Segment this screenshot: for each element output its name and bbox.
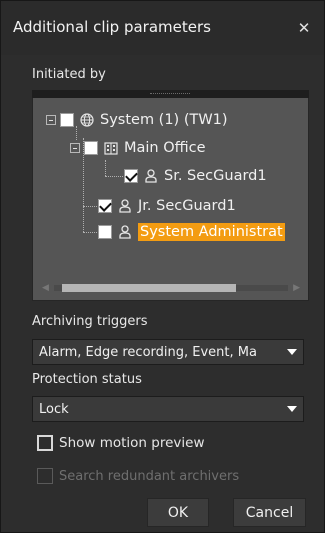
user-icon (117, 224, 133, 240)
checkbox-box-disabled (37, 468, 53, 484)
tree-connector (105, 160, 106, 176)
archiving-triggers-label: Archiving triggers (32, 314, 148, 329)
tree-node-label: Main Office (124, 140, 206, 156)
building-icon (103, 140, 119, 156)
tree-connector (105, 176, 123, 177)
tree-node-label-selected: System Administrat (138, 223, 285, 241)
tree-checkbox[interactable] (84, 141, 98, 155)
tree-node-label: Jr. SecGuard1 (138, 198, 236, 214)
tree-connector (83, 206, 99, 207)
dialog-title: Additional clip parameters (13, 18, 211, 36)
tree-node-system[interactable]: System (1) (TW1) (46, 108, 228, 132)
tree-checkbox[interactable] (60, 113, 74, 127)
protection-status-label: Protection status (32, 372, 142, 387)
show-motion-preview-label: Show motion preview (59, 435, 205, 451)
show-motion-preview-checkbox[interactable]: Show motion preview (37, 435, 205, 451)
globe-icon (79, 112, 95, 128)
tree-node-label: Sr. SecGuard1 (164, 168, 267, 184)
scroll-left-icon[interactable]: ◀ (42, 283, 49, 293)
scroll-right-icon[interactable]: ▶ (293, 283, 300, 293)
tree-connector (83, 232, 99, 233)
tree-checkbox[interactable] (98, 199, 112, 213)
tree-node-label: System (1) (TW1) (100, 112, 228, 128)
initiated-by-label: Initiated by (32, 67, 106, 82)
user-icon (143, 168, 159, 184)
checkbox-box[interactable] (37, 435, 53, 451)
user-icon (117, 198, 133, 214)
tree-node-sr-secguard1[interactable]: Sr. SecGuard1 (124, 164, 267, 188)
splitter-grip-icon[interactable] (150, 93, 190, 95)
ok-button[interactable]: OK (147, 498, 209, 527)
chevron-down-icon[interactable] (282, 398, 302, 420)
tree-checkbox[interactable] (124, 169, 138, 183)
close-icon[interactable]: ✕ (297, 21, 311, 36)
protection-status-value: Lock (39, 402, 69, 417)
archiving-triggers-dropdown[interactable]: Alarm, Edge recording, Event, Ma (32, 339, 304, 365)
cancel-button[interactable]: Cancel (233, 498, 306, 527)
search-redundant-archivers-label: Search redundant archivers (59, 468, 240, 484)
collapse-icon[interactable] (46, 115, 56, 125)
initiated-by-tree: System (1) (TW1) Main Office Sr. SecGuar… (32, 98, 309, 278)
tree-node-main-office[interactable]: Main Office (70, 136, 206, 160)
tree-node-jr-secguard1[interactable]: Jr. SecGuard1 (98, 194, 236, 218)
tree-checkbox[interactable] (98, 225, 112, 239)
tree-node-system-administrator[interactable]: System Administrat (98, 220, 285, 244)
collapse-icon[interactable] (70, 143, 80, 153)
additional-clip-parameters-dialog: Additional clip parameters ✕ Initiated b… (0, 0, 325, 533)
title-bar: Additional clip parameters ✕ (1, 1, 324, 55)
tree-horizontal-scrollbar[interactable]: ◀ ▶ (42, 282, 300, 294)
chevron-down-icon[interactable] (282, 341, 302, 363)
protection-status-dropdown[interactable]: Lock (32, 396, 304, 422)
search-redundant-archivers-checkbox: Search redundant archivers (37, 468, 239, 484)
panel-splitter[interactable] (32, 90, 309, 98)
scrollbar-thumb[interactable] (62, 284, 236, 292)
archiving-triggers-value: Alarm, Edge recording, Event, Ma (39, 345, 257, 360)
